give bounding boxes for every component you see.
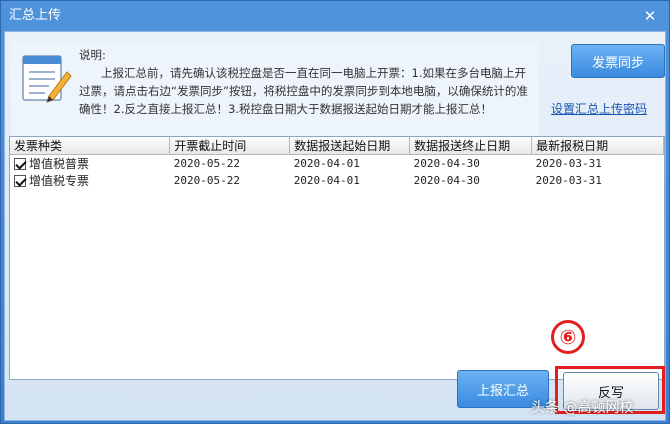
invoice-table: 发票种类 开票截止时间 数据报送起始日期 数据报送终止日期 最新报税日期 增值税… [10, 137, 664, 189]
latest-tax-date-cell: 2020-03-31 [535, 174, 602, 187]
table-row[interactable]: 增值税专票 2020-05-22 2020-04-01 2020-04-30 2… [10, 172, 664, 189]
invoice-type-label: 增值税普票 [29, 157, 90, 171]
table-row[interactable]: 增值税普票 2020-05-22 2020-04-01 2020-04-30 2… [10, 155, 664, 173]
row-checkbox[interactable] [14, 158, 26, 170]
deadline-cell: 2020-05-22 [173, 157, 241, 170]
info-text: 说明: 上报汇总前，请先确认该税控盘是否一直在同一电脑上开票：1.如果在多台电脑… [79, 46, 535, 118]
notepad-pencil-icon [22, 55, 72, 103]
invoice-sync-button[interactable]: 发票同步 [571, 44, 665, 78]
invoice-type-cell: 增值税普票 [10, 155, 170, 173]
deadline-cell: 2020-05-22 [173, 174, 241, 187]
close-icon[interactable]: ✕ [639, 6, 661, 26]
dialog-titlebar: 汇总上传 [1, 1, 669, 31]
row-checkbox[interactable] [14, 175, 26, 187]
dialog-title: 汇总上传 [9, 8, 62, 23]
end-date-cell: 2020-04-30 [413, 157, 480, 170]
column-header-latest-tax-date[interactable]: 最新报税日期 [531, 137, 664, 155]
watermark-text: 头条 @高顿网校 [531, 400, 634, 416]
start-date-cell: 2020-04-01 [293, 157, 360, 170]
column-header-start-date[interactable]: 数据报送起始日期 [289, 137, 411, 155]
summary-upload-dialog: 汇总上传 ✕ 说明: 上报汇总前，请先确认该税控盘是否一直在同一电脑上开票：1.… [0, 0, 670, 424]
set-upload-password-link[interactable]: 设置汇总上传密码 [551, 100, 647, 117]
invoice-type-label: 增值税专票 [29, 174, 90, 188]
column-header-end-date[interactable]: 数据报送终止日期 [409, 137, 533, 155]
invoice-type-cell: 增值税专票 [10, 172, 170, 189]
end-date-cell: 2020-04-30 [413, 174, 480, 187]
info-body: 上报汇总前，请先确认该税控盘是否一直在同一电脑上开票：1.如果在多台电脑上开过票… [79, 66, 528, 116]
latest-tax-date-cell: 2020-03-31 [535, 157, 602, 170]
start-date-cell: 2020-04-01 [293, 174, 360, 187]
info-title: 说明: [79, 48, 106, 62]
column-header-deadline[interactable]: 开票截止时间 [169, 137, 291, 155]
dialog-content: 说明: 上报汇总前，请先确认该税控盘是否一直在同一电脑上开票：1.如果在多台电脑… [4, 31, 666, 421]
column-header-invoice-type[interactable]: 发票种类 [10, 137, 171, 155]
table-header-row: 发票种类 开票截止时间 数据报送起始日期 数据报送终止日期 最新报税日期 [10, 137, 664, 155]
step-six-badge: ⑥ [551, 320, 585, 354]
